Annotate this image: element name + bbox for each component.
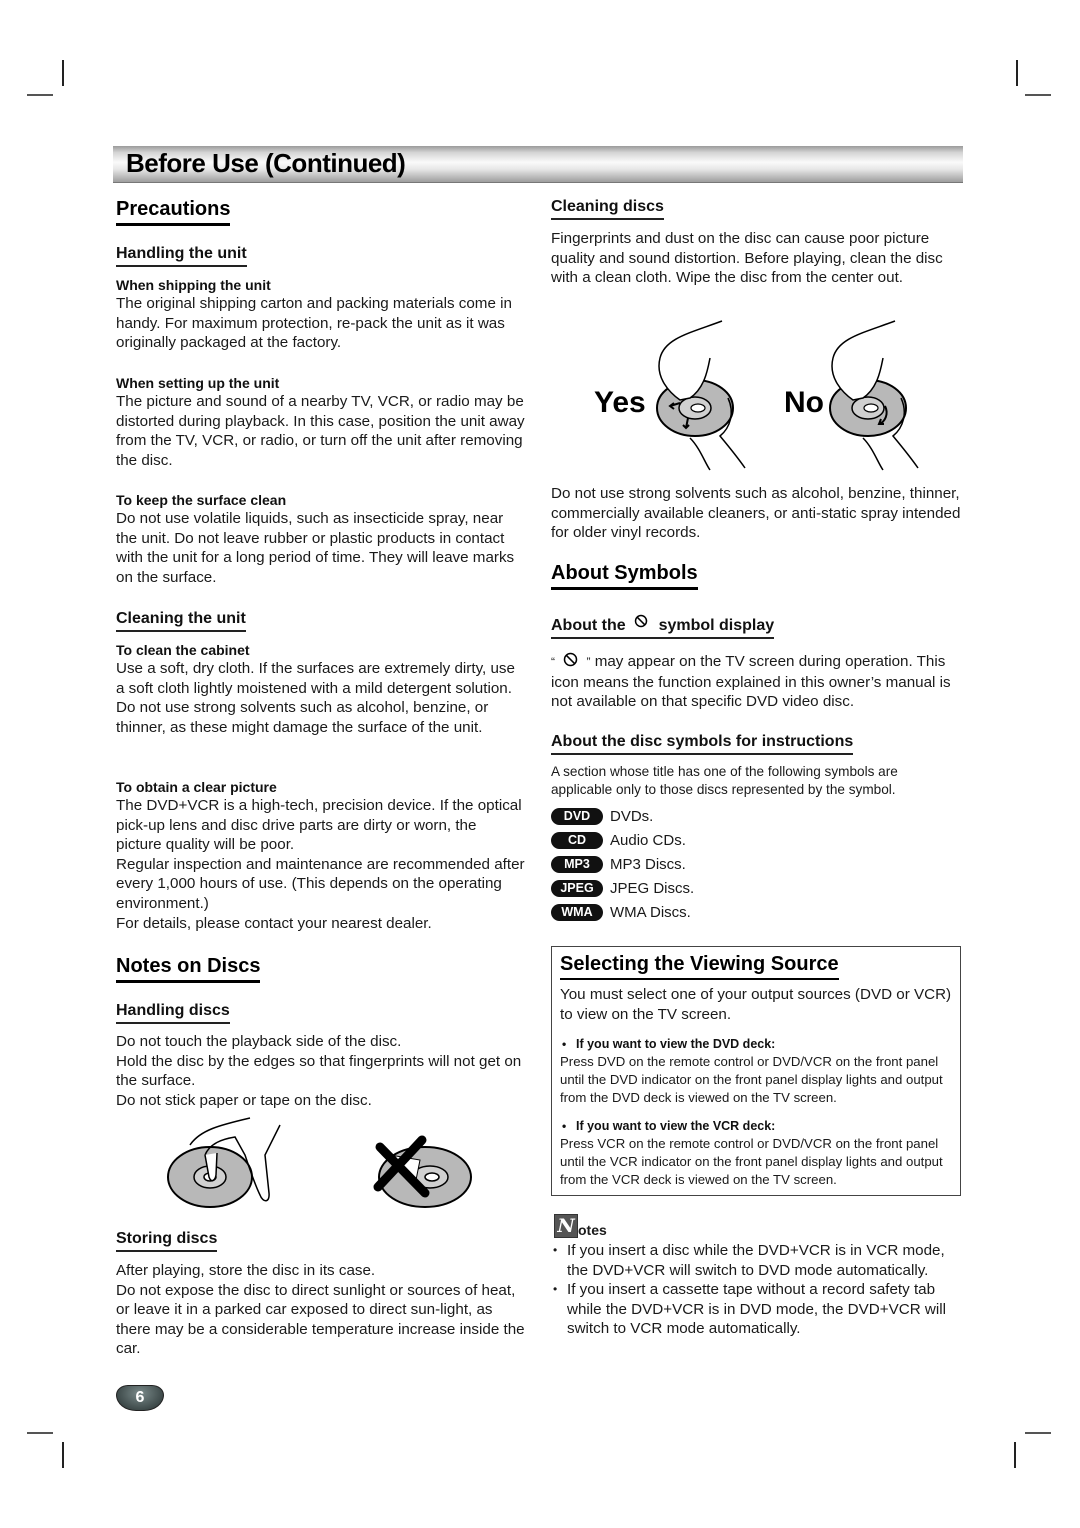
- crop-mark: [27, 94, 53, 96]
- mp3-badge: MP3: [551, 855, 603, 873]
- dvd-deck-block: If you want to view the DVD deck: Press …: [560, 1035, 958, 1107]
- disc-symbol-list: DVD DVDs. CD Audio CDs. MP3 MP3 Discs. J…: [551, 804, 851, 924]
- viewing-source-intro: You must select one of your output sourc…: [560, 986, 952, 1023]
- crop-mark: [1025, 1432, 1051, 1434]
- surface-title: To keep the surface clean: [116, 492, 287, 508]
- page-number: 6: [116, 1385, 164, 1411]
- crop-mark: [1014, 1442, 1016, 1468]
- setting-up-title: When setting up the unit: [116, 375, 280, 391]
- disc-symbol-item: WMA WMA Discs.: [551, 900, 851, 924]
- crop-mark: [27, 1432, 53, 1434]
- clear-picture-title: To obtain a clear picture: [116, 779, 277, 795]
- section-banner: Before Use (Continued): [113, 146, 963, 183]
- viewing-source-intro-block: You must select one of your output sourc…: [560, 985, 955, 1024]
- storing-discs-heading: Storing discs: [116, 1228, 218, 1252]
- no-label: No: [784, 386, 824, 419]
- prohibited-icon: [563, 652, 578, 667]
- viewing-source-box: Selecting the Viewing Source You must se…: [551, 946, 961, 1196]
- crop-mark: [62, 1442, 64, 1468]
- about-symbols-heading: About Symbols: [551, 560, 698, 590]
- handling-discs-line-3: Do not stick paper or tape on the disc.: [116, 1091, 372, 1109]
- vcr-deck-block: If you want to view the VCR deck: Press …: [560, 1117, 958, 1189]
- clear-picture-block: To obtain a clear picture The DVD+VCR is…: [116, 778, 526, 933]
- note-item: If you insert a disc while the DVD+VCR i…: [551, 1241, 961, 1280]
- storing-discs-block: After playing, store the disc in its cas…: [116, 1261, 526, 1359]
- setting-up-text: The picture and sound of a nearby TV, VC…: [116, 393, 525, 469]
- disc-symbols-intro-block: A section whose title has one of the fol…: [551, 763, 961, 799]
- dvd-deck-text: Press DVD on the remote control or DVD/V…: [560, 1054, 943, 1105]
- clear-picture-text-1: The DVD+VCR is a high-tech, precision de…: [116, 797, 522, 854]
- prohibited-icon: [634, 613, 648, 628]
- shipping-title: When shipping the unit: [116, 277, 271, 293]
- page-title: Before Use (Continued): [126, 148, 406, 178]
- solvent-warning-text: Do not use strong solvents such as alcoh…: [551, 485, 961, 542]
- handling-discs-heading: Handling discs: [116, 1000, 230, 1024]
- handling-discs-block: Do not touch the playback side of the di…: [116, 1032, 526, 1110]
- solvent-warning-block: Do not use strong solvents such as alcoh…: [551, 484, 961, 543]
- notes-on-discs-heading: Notes on Discs: [116, 953, 261, 983]
- notes-list: If you insert a disc while the DVD+VCR i…: [551, 1241, 961, 1339]
- cabinet-title: To clean the cabinet: [116, 642, 250, 658]
- shipping-block: When shipping the unit The original ship…: [116, 276, 526, 353]
- wipe-incorrect-illustration: [829, 320, 919, 471]
- handling-discs-line-1: Do not touch the playback side of the di…: [116, 1033, 402, 1050]
- viewing-source-heading: Selecting the Viewing Source: [560, 951, 839, 980]
- surface-block: To keep the surface clean Do not use vol…: [116, 491, 526, 587]
- crop-mark: [1016, 60, 1018, 86]
- cabinet-block: To clean the cabinet Use a soft, dry clo…: [116, 641, 526, 737]
- cabinet-text: Use a soft, dry cloth. If the surfaces a…: [116, 660, 515, 736]
- disc-symbol-item: CD Audio CDs.: [551, 828, 851, 852]
- vcr-deck-title: If you want to view the VCR deck:: [560, 1117, 958, 1135]
- jpeg-badge: JPEG: [551, 879, 603, 897]
- symbol-display-heading: About the symbol display: [551, 613, 775, 639]
- handling-unit-heading: Handling the unit: [116, 243, 247, 267]
- clear-picture-text-3: For details, please contact your nearest…: [116, 914, 432, 932]
- crop-mark: [1025, 94, 1051, 96]
- disc-handling-illustration: [167, 1117, 472, 1208]
- wma-badge: WMA: [551, 903, 603, 921]
- dvd-deck-title: If you want to view the DVD deck:: [560, 1035, 958, 1053]
- note-item: If you insert a cassette tape without a …: [551, 1280, 961, 1339]
- clear-picture-text-2: Regular inspection and maintenance are r…: [116, 855, 525, 912]
- symbol-display-text: “ ” may appear on the TV screen during o…: [551, 652, 951, 711]
- shipping-text: The original shipping carton and packing…: [116, 295, 512, 352]
- storing-discs-line-2: Do not expose the disc to direct sunligh…: [116, 1281, 525, 1358]
- cleaning-unit-heading: Cleaning the unit: [116, 608, 246, 632]
- handling-discs-line-2: Hold the disc by the edges so that finge…: [116, 1052, 522, 1090]
- cleaning-discs-text: Fingerprints and dust on the disc can ca…: [551, 230, 943, 287]
- disc-symbol-item: JPEG JPEG Discs.: [551, 876, 851, 900]
- cleaning-discs-block: Fingerprints and dust on the disc can ca…: [551, 229, 961, 288]
- correct-hold-illustration: [167, 1117, 281, 1208]
- notes-heading: Notes: [554, 1214, 607, 1238]
- storing-discs-line-1: After playing, store the disc in its cas…: [116, 1262, 376, 1279]
- surface-text: Do not use volatile liquids, such as ins…: [116, 510, 515, 586]
- disc-symbol-item: DVD DVDs.: [551, 804, 851, 828]
- precautions-heading: Precautions: [116, 196, 231, 226]
- incorrect-hold-illustration: [373, 1135, 472, 1208]
- cleaning-discs-heading: Cleaning discs: [551, 196, 664, 220]
- notes-icon: N: [554, 1214, 578, 1238]
- cd-badge: CD: [551, 831, 603, 849]
- disc-symbols-intro: A section whose title has one of the fol…: [551, 764, 898, 797]
- dvd-badge: DVD: [551, 807, 603, 825]
- vcr-deck-text: Press VCR on the remote control or DVD/V…: [560, 1136, 943, 1187]
- wipe-correct-illustration: [656, 320, 746, 471]
- disc-symbols-heading: About the disc symbols for instructions: [551, 731, 854, 755]
- crop-mark: [62, 60, 64, 86]
- yes-label: Yes: [594, 386, 646, 419]
- disc-symbol-item: MP3 MP3 Discs.: [551, 852, 851, 876]
- symbol-display-block: “ ” may appear on the TV screen during o…: [551, 652, 961, 712]
- setting-up-block: When setting up the unit The picture and…: [116, 374, 526, 470]
